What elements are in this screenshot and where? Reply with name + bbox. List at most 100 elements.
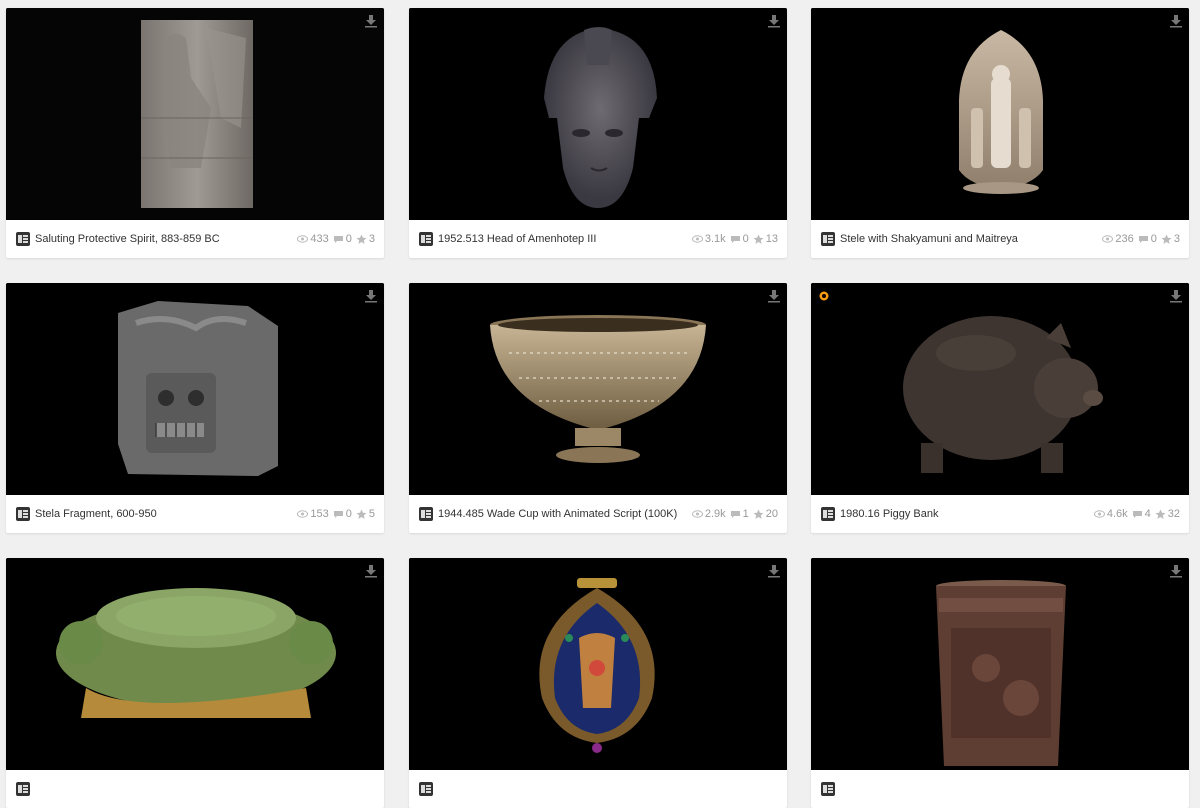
model-grid: Saluting Protective Spirit, 883-859 BC 4…	[0, 0, 1200, 808]
carved-vessel-image	[811, 558, 1189, 770]
model-stats: 236 0 3	[1098, 233, 1180, 245]
likes-count[interactable]: 13	[753, 233, 778, 245]
views-count: 4.6k	[1093, 508, 1128, 520]
views-count: 236	[1102, 233, 1134, 245]
speech-bubble-icon	[333, 235, 343, 243]
model-title[interactable]: 1980.16 Piggy Bank	[840, 508, 1084, 520]
model-info-bar	[6, 770, 384, 808]
comments-count: 4	[1132, 508, 1151, 520]
model-card[interactable]: 1952.513 Head of Amenhotep III 3.1k 0 13	[409, 8, 787, 258]
model-info-bar: 1944.485 Wade Cup with Animated Script (…	[409, 495, 787, 533]
model-card[interactable]: Stela Fragment, 600-950 153 0 5	[6, 283, 384, 533]
eye-icon	[1102, 235, 1114, 243]
model-stats: 153 0 5	[293, 508, 375, 520]
model-title[interactable]: Stele with Shakyamuni and Maitreya	[840, 233, 1092, 245]
model-info-bar	[811, 770, 1189, 808]
model-info-bar: 1980.16 Piggy Bank 4.6k 4 32	[811, 495, 1189, 533]
model-info-bar: Stela Fragment, 600-950 153 0 5	[6, 495, 384, 533]
likes-count[interactable]: 3	[356, 233, 375, 245]
download-icon[interactable]	[364, 289, 378, 303]
star-icon	[1161, 234, 1172, 244]
speech-bubble-icon	[1138, 235, 1148, 243]
model-stats: 433 0 3	[293, 233, 375, 245]
stela-fragment-image	[6, 283, 384, 495]
avatar[interactable]	[16, 232, 30, 246]
model-stats: 4.6k 4 32	[1090, 508, 1180, 520]
avatar[interactable]	[821, 507, 835, 521]
model-title[interactable]: 1952.513 Head of Amenhotep III	[438, 233, 682, 245]
eye-icon	[1093, 510, 1105, 518]
likes-count[interactable]: 32	[1155, 508, 1180, 520]
model-thumbnail[interactable]	[409, 558, 787, 770]
avatar[interactable]	[16, 507, 30, 521]
model-thumbnail[interactable]	[811, 8, 1189, 220]
model-thumbnail[interactable]	[811, 558, 1189, 770]
model-thumbnail[interactable]	[6, 283, 384, 495]
likes-count[interactable]: 20	[753, 508, 778, 520]
model-info-bar	[409, 770, 787, 808]
comments-count: 0	[1138, 233, 1157, 245]
staff-pick-badge-icon	[819, 291, 829, 301]
model-thumbnail[interactable]	[6, 8, 384, 220]
speech-bubble-icon	[1132, 510, 1142, 518]
download-icon[interactable]	[767, 564, 781, 578]
comments-count: 1	[730, 508, 749, 520]
model-card[interactable]: Saluting Protective Spirit, 883-859 BC 4…	[6, 8, 384, 258]
stele-image	[811, 8, 1189, 220]
download-icon[interactable]	[364, 14, 378, 28]
model-card[interactable]	[409, 558, 787, 808]
views-count: 2.9k	[691, 508, 726, 520]
model-info-bar: 1952.513 Head of Amenhotep III 3.1k 0 13	[409, 220, 787, 258]
model-card[interactable]: 1944.485 Wade Cup with Animated Script (…	[409, 283, 787, 533]
avatar[interactable]	[419, 782, 433, 796]
avatar[interactable]	[419, 232, 433, 246]
download-icon[interactable]	[767, 289, 781, 303]
model-thumbnail[interactable]	[409, 8, 787, 220]
speech-bubble-icon	[333, 510, 343, 518]
comments-count: 0	[333, 508, 352, 520]
comments-count: 0	[730, 233, 749, 245]
pharaoh-head-image	[409, 8, 787, 220]
avatar[interactable]	[16, 782, 30, 796]
wade-cup-image	[409, 283, 787, 495]
jeweled-pendant-image	[409, 558, 787, 770]
views-count: 433	[297, 233, 329, 245]
download-icon[interactable]	[767, 14, 781, 28]
speech-bubble-icon	[730, 510, 740, 518]
model-card[interactable]: Stele with Shakyamuni and Maitreya 236 0…	[811, 8, 1189, 258]
star-icon	[1155, 509, 1166, 519]
views-count: 3.1k	[691, 233, 726, 245]
eye-icon	[691, 510, 703, 518]
piggy-bank-image	[811, 283, 1189, 495]
eye-icon	[297, 235, 309, 243]
download-icon[interactable]	[1169, 289, 1183, 303]
model-thumbnail[interactable]	[409, 283, 787, 495]
star-icon	[753, 234, 764, 244]
model-card[interactable]	[6, 558, 384, 808]
eye-icon	[691, 235, 703, 243]
model-stats: 2.9k 1 20	[688, 508, 778, 520]
speech-bubble-icon	[730, 235, 740, 243]
views-count: 153	[297, 508, 329, 520]
likes-count[interactable]: 5	[356, 508, 375, 520]
model-thumbnail[interactable]	[811, 283, 1189, 495]
download-icon[interactable]	[364, 564, 378, 578]
comments-count: 0	[333, 233, 352, 245]
model-title[interactable]: 1944.485 Wade Cup with Animated Script (…	[438, 508, 682, 520]
download-icon[interactable]	[1169, 564, 1183, 578]
model-stats: 3.1k 0 13	[688, 233, 778, 245]
model-info-bar: Saluting Protective Spirit, 883-859 BC 4…	[6, 220, 384, 258]
model-title[interactable]: Saluting Protective Spirit, 883-859 BC	[35, 233, 287, 245]
model-title[interactable]: Stela Fragment, 600-950	[35, 508, 287, 520]
model-thumbnail[interactable]	[6, 558, 384, 770]
model-card[interactable]: 1980.16 Piggy Bank 4.6k 4 32	[811, 283, 1189, 533]
model-card[interactable]	[811, 558, 1189, 808]
avatar[interactable]	[419, 507, 433, 521]
likes-count[interactable]: 3	[1161, 233, 1180, 245]
download-icon[interactable]	[1169, 14, 1183, 28]
model-info-bar: Stele with Shakyamuni and Maitreya 236 0…	[811, 220, 1189, 258]
avatar[interactable]	[821, 232, 835, 246]
avatar[interactable]	[821, 782, 835, 796]
relief-panel-image	[6, 8, 384, 220]
green-glazed-sculpture-image	[6, 558, 384, 770]
